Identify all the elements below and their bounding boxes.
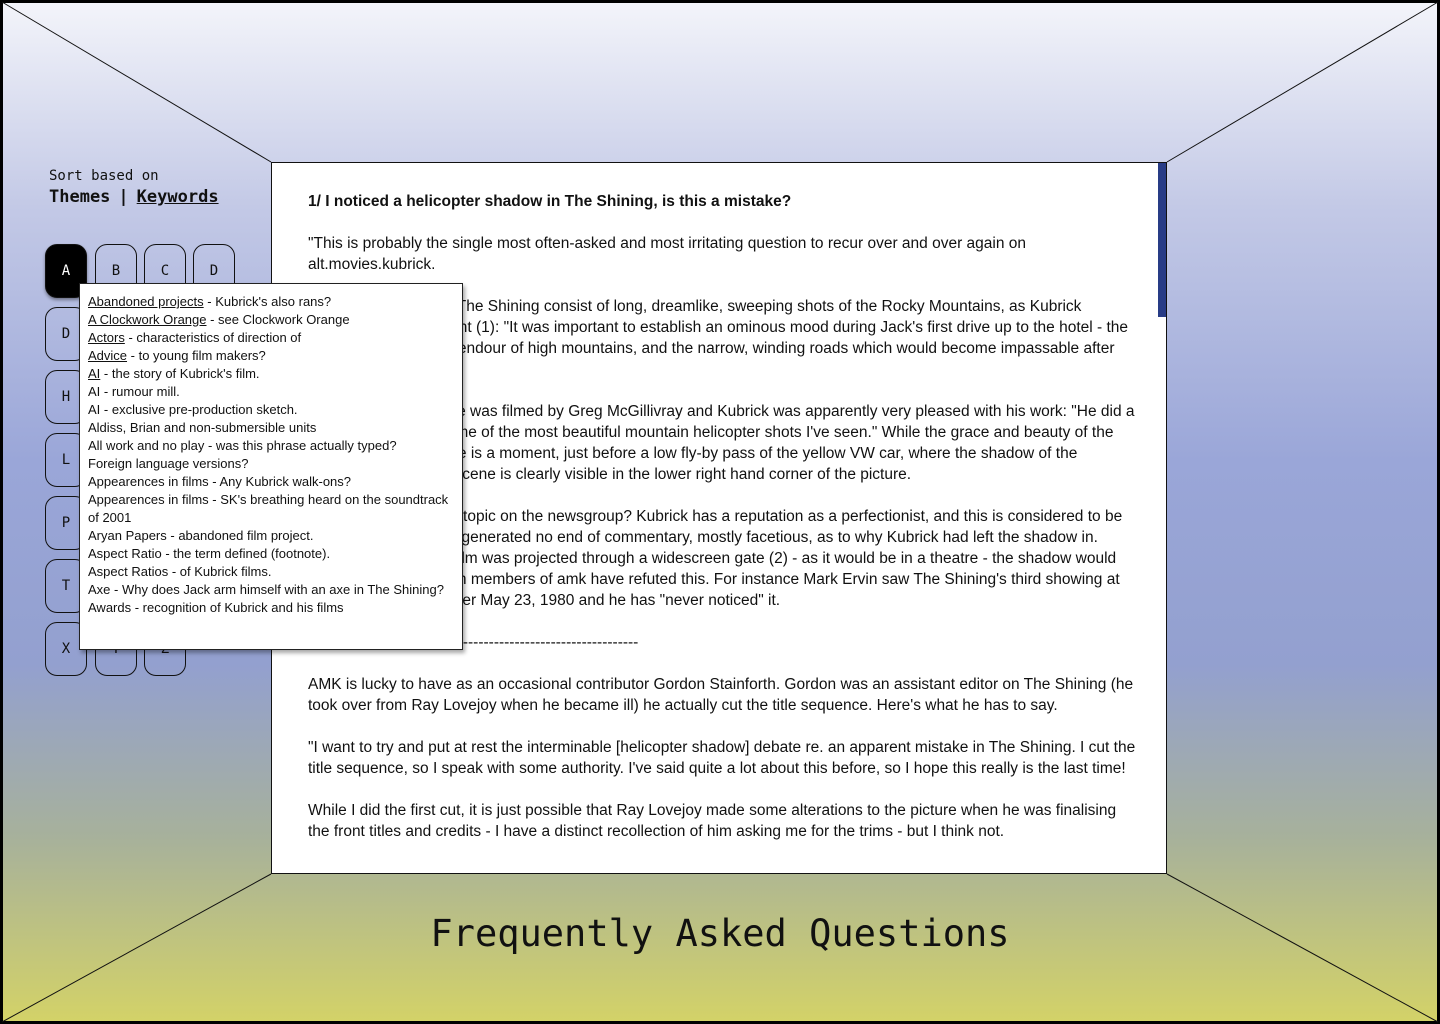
popup-item-text: Awards - recognition of Kubrick and his … bbox=[88, 600, 344, 615]
popup-list-item[interactable]: Aspect Ratio - the term defined (footnot… bbox=[88, 545, 454, 563]
page-title: Frequently Asked Questions bbox=[430, 912, 1010, 955]
popup-list-item[interactable]: Appearences in films - Any Kubrick walk-… bbox=[88, 473, 454, 491]
content-scrollbar[interactable] bbox=[1158, 163, 1166, 317]
popup-list-item[interactable]: Appearences in films - SK's breathing he… bbox=[88, 491, 454, 527]
sort-label: Sort based on bbox=[49, 168, 159, 184]
popup-list-item[interactable]: AI - exclusive pre-production sketch. bbox=[88, 401, 454, 419]
popup-item-link[interactable]: Advice bbox=[88, 348, 127, 363]
popup-item-text: AI - exclusive pre-production sketch. bbox=[88, 402, 298, 417]
popup-list-item[interactable]: Actors - characteristics of direction of bbox=[88, 329, 454, 347]
sort-options: Themes | Keywords bbox=[49, 187, 219, 207]
popup-list-item[interactable]: A Clockwork Orange - see Clockwork Orang… bbox=[88, 311, 454, 329]
sort-separator: | bbox=[118, 187, 129, 207]
faq-paragraph: While I did the first cut, it is just po… bbox=[308, 802, 1117, 840]
popup-list-item[interactable]: Aryan Papers - abandoned film project. bbox=[88, 527, 454, 545]
popup-item-text: Appearences in films - Any Kubrick walk-… bbox=[88, 474, 352, 489]
popup-item-text: Aspect Ratios - of Kubrick films. bbox=[88, 564, 272, 579]
popup-item-text: - Kubrick's also rans? bbox=[203, 294, 332, 309]
faq-paragraph: "This is probably the single most often-… bbox=[308, 235, 1027, 273]
popup-item-text: - the story of Kubrick's film. bbox=[100, 366, 260, 381]
popup-item-text: - see Clockwork Orange bbox=[206, 312, 350, 327]
sort-themes-link[interactable]: Themes bbox=[49, 187, 110, 207]
popup-item-text: - characteristics of direction of bbox=[124, 330, 302, 345]
popup-list-item[interactable]: Aspect Ratios - of Kubrick films. bbox=[88, 563, 454, 581]
faq-paragraph: AMK is lucky to have as an occasional co… bbox=[308, 676, 1134, 714]
popup-item-text: Appearences in films - SK's breathing he… bbox=[88, 492, 449, 525]
sort-keywords-link[interactable]: Keywords bbox=[137, 187, 219, 207]
popup-list-item[interactable]: Abandoned projects - Kubrick's also rans… bbox=[88, 293, 454, 311]
popup-list-item[interactable]: Advice - to young film makers? bbox=[88, 347, 454, 365]
popup-list-item[interactable]: All work and no play - was this phrase a… bbox=[88, 437, 454, 455]
faq-question-heading: 1/ I noticed a helicopter shadow in The … bbox=[308, 193, 792, 210]
popup-item-link[interactable]: Actors bbox=[88, 330, 125, 345]
keyword-popup-list: Abandoned projects - Kubrick's also rans… bbox=[79, 283, 463, 650]
popup-item-text: Aspect Ratio - the term defined (footnot… bbox=[88, 546, 331, 561]
popup-list-item[interactable]: AI - rumour mill. bbox=[88, 383, 454, 401]
popup-item-text: Aryan Papers - abandoned film project. bbox=[88, 528, 314, 543]
popup-item-text: All work and no play - was this phrase a… bbox=[88, 438, 397, 453]
popup-item-text: AI - rumour mill. bbox=[88, 384, 180, 399]
faq-paragraph: "I want to try and put at rest the inter… bbox=[308, 739, 1136, 777]
popup-item-text: - to young film makers? bbox=[127, 348, 266, 363]
popup-item-link[interactable]: A Clockwork Orange bbox=[88, 312, 207, 327]
popup-list-item[interactable]: Aldiss, Brian and non-submersible units bbox=[88, 419, 454, 437]
popup-item-text: Aldiss, Brian and non-submersible units bbox=[88, 420, 317, 435]
popup-item-link[interactable]: AI bbox=[88, 366, 100, 381]
popup-list-item[interactable]: Awards - recognition of Kubrick and his … bbox=[88, 599, 454, 617]
popup-item-text: Foreign language versions? bbox=[88, 456, 249, 471]
popup-list-item[interactable]: Foreign language versions? bbox=[88, 455, 454, 473]
popup-list-item[interactable]: Axe - Why does Jack arm himself with an … bbox=[88, 581, 454, 599]
popup-list-item[interactable]: AI - the story of Kubrick's film. bbox=[88, 365, 454, 383]
popup-item-text: Axe - Why does Jack arm himself with an … bbox=[88, 582, 444, 597]
popup-item-link[interactable]: Abandoned projects bbox=[88, 294, 204, 309]
